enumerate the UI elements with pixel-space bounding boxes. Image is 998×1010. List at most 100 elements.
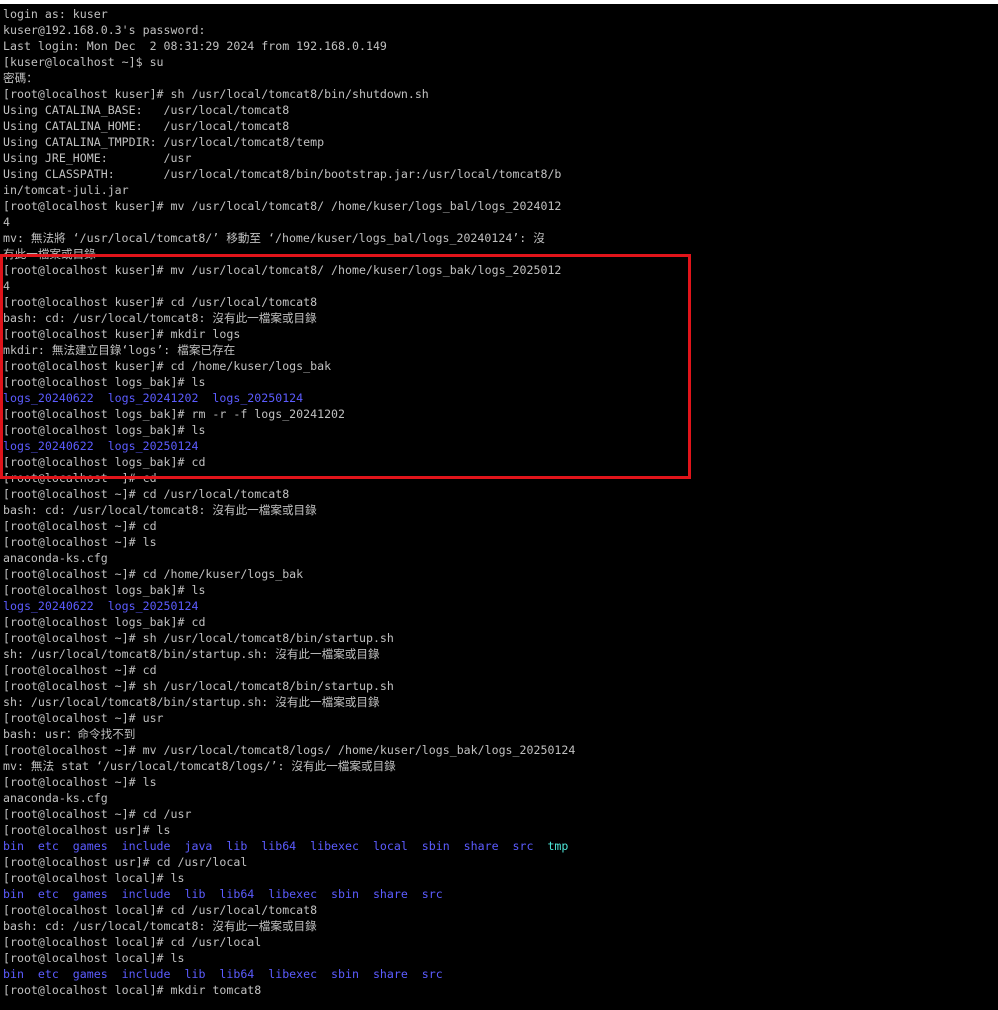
terminal-line: 密碼： <box>3 70 993 86</box>
terminal-line: Using CATALINA_HOME: /usr/local/tomcat8 <box>3 118 993 134</box>
terminal-text: [root@localhost logs_bak]# ls <box>3 423 206 437</box>
terminal-text: [root@localhost ~]# cd <box>3 471 157 485</box>
terminal-line: [root@localhost local]# cd /usr/local/to… <box>3 902 993 918</box>
terminal-text: 密碼： <box>3 71 38 85</box>
terminal-line: [root@localhost logs_bak]# ls <box>3 582 993 598</box>
terminal-line: [root@localhost logs_bak]# ls <box>3 374 993 390</box>
terminal-text: [root@localhost kuser]# cd /usr/local/to… <box>3 295 318 309</box>
terminal-window[interactable]: login as: kuser kuser@192.168.0.3's passw… <box>0 0 998 1010</box>
terminal-line: bash: usr：命令找不到 <box>3 726 993 742</box>
terminal-line: [root@localhost ~]# cd /usr/local/tomcat… <box>3 486 993 502</box>
terminal-text: [root@localhost usr]# cd /usr/local <box>3 855 248 869</box>
terminal-text: [root@localhost local]# cd /usr/local/to… <box>3 903 318 917</box>
terminal-line: Last login: Mon Dec 2 08:31:29 2024 from… <box>3 38 993 54</box>
terminal-text: [root@localhost local]# ls <box>3 871 185 885</box>
terminal-text: [root@localhost kuser]# mkdir logs <box>3 327 241 341</box>
terminal-text: login as: kuser <box>3 7 108 21</box>
terminal-line: [root@localhost logs_bak]# rm -r -f logs… <box>3 406 993 422</box>
terminal-line: bin etc games include lib lib64 libexec … <box>3 966 993 982</box>
terminal-text: kuser@192.168.0.3's password: <box>3 23 206 37</box>
terminal-line: [root@localhost usr]# cd /usr/local <box>3 854 993 870</box>
terminal-line: kuser@192.168.0.3's password: <box>3 22 993 38</box>
terminal-text: bash: cd: /usr/local/tomcat8: 沒有此一檔案或目錄 <box>3 919 317 933</box>
terminal-line: Using CLASSPATH: /usr/local/tomcat8/bin/… <box>3 166 993 182</box>
terminal-text: mkdir: 無法建立目錄‘logs’: 檔案已存在 <box>3 343 236 357</box>
terminal-line: mv: 無法 stat ‘/usr/local/tomcat8/logs/’: … <box>3 758 993 774</box>
terminal-line: sh: /usr/local/tomcat8/bin/startup.sh: 沒… <box>3 646 993 662</box>
terminal-text: [root@localhost local]# cd /usr/local <box>3 935 262 949</box>
terminal-text: 4 <box>3 279 10 293</box>
terminal-line: [root@localhost kuser]# cd /home/kuser/l… <box>3 358 993 374</box>
terminal-text: [root@localhost kuser]# sh /usr/local/to… <box>3 87 429 101</box>
terminal-line: [root@localhost ~]# cd <box>3 518 993 534</box>
terminal-line: Using CATALINA_TMPDIR: /usr/local/tomcat… <box>3 134 993 150</box>
terminal-output[interactable]: login as: kuser kuser@192.168.0.3's passw… <box>3 6 993 998</box>
terminal-text: 有此一檔案或目錄 <box>3 247 96 261</box>
terminal-line: [root@localhost logs_bak]# cd <box>3 614 993 630</box>
terminal-text: [root@localhost ~]# cd /usr <box>3 807 192 821</box>
terminal-text: [root@localhost logs_bak]# cd <box>3 455 206 469</box>
terminal-text: Using JRE_HOME: /usr <box>3 151 192 165</box>
terminal-line: logs_20240622 logs_20250124 <box>3 598 993 614</box>
terminal-line: [root@localhost ~]# ls <box>3 534 993 550</box>
terminal-line: [root@localhost kuser]# cd /usr/local/to… <box>3 294 993 310</box>
directory-listing-text: bin etc games include java lib lib64 lib… <box>3 839 548 853</box>
terminal-line: [root@localhost ~]# cd /usr <box>3 806 993 822</box>
directory-listing-text: logs_20240622 logs_20250124 <box>3 439 199 453</box>
terminal-text: mv: 無法 stat ‘/usr/local/tomcat8/logs/’: … <box>3 759 396 773</box>
terminal-line: bash: cd: /usr/local/tomcat8: 沒有此一檔案或目錄 <box>3 310 993 326</box>
terminal-text: [root@localhost ~]# usr <box>3 711 164 725</box>
terminal-text: mv: 無法將 ‘/usr/local/tomcat8/’ 移動至 ‘/home… <box>3 231 545 245</box>
directory-listing-text: bin etc games include lib lib64 libexec … <box>3 967 443 981</box>
terminal-line: bash: cd: /usr/local/tomcat8: 沒有此一檔案或目錄 <box>3 502 993 518</box>
terminal-line: [root@localhost ~]# sh /usr/local/tomcat… <box>3 678 993 694</box>
terminal-line: Using CATALINA_BASE: /usr/local/tomcat8 <box>3 102 993 118</box>
terminal-text: bash: cd: /usr/local/tomcat8: 沒有此一檔案或目錄 <box>3 503 317 517</box>
terminal-text: Using CATALINA_HOME: /usr/local/tomcat8 <box>3 119 290 133</box>
terminal-text: [root@localhost kuser]# cd /home/kuser/l… <box>3 359 332 373</box>
terminal-text: [root@localhost ~]# sh /usr/local/tomcat… <box>3 679 394 693</box>
terminal-line: [root@localhost kuser]# sh /usr/local/to… <box>3 86 993 102</box>
terminal-line: [root@localhost ~]# cd <box>3 662 993 678</box>
terminal-line: [root@localhost local]# ls <box>3 870 993 886</box>
terminal-line: 4 <box>3 214 993 230</box>
terminal-line: bin etc games include lib lib64 libexec … <box>3 886 993 902</box>
terminal-line: [root@localhost ~]# usr <box>3 710 993 726</box>
terminal-text: [root@localhost kuser]# mv /usr/local/to… <box>3 199 562 213</box>
terminal-text: [root@localhost logs_bak]# cd <box>3 615 206 629</box>
terminal-line: Using JRE_HOME: /usr <box>3 150 993 166</box>
terminal-line: [root@localhost ~]# cd <box>3 470 993 486</box>
terminal-text: [root@localhost ~]# ls <box>3 535 157 549</box>
terminal-line: logs_20240622 logs_20241202 logs_2025012… <box>3 390 993 406</box>
terminal-text: Using CATALINA_TMPDIR: /usr/local/tomcat… <box>3 135 325 149</box>
terminal-line: [root@localhost logs_bak]# cd <box>3 454 993 470</box>
terminal-text: [root@localhost ~]# cd <box>3 519 157 533</box>
terminal-text: [root@localhost kuser]# mv /usr/local/to… <box>3 263 562 277</box>
terminal-line: [root@localhost ~]# ls <box>3 774 993 790</box>
terminal-line: [root@localhost kuser]# mkdir logs <box>3 326 993 342</box>
terminal-text: sh: /usr/local/tomcat8/bin/startup.sh: 沒… <box>3 695 380 709</box>
terminal-text: bash: usr：命令找不到 <box>3 727 136 741</box>
terminal-text: [root@localhost ~]# cd /usr/local/tomcat… <box>3 487 290 501</box>
terminal-line: anaconda-ks.cfg <box>3 790 993 806</box>
terminal-text: bash: cd: /usr/local/tomcat8: 沒有此一檔案或目錄 <box>3 311 317 325</box>
terminal-text: [root@localhost ~]# cd /home/kuser/logs_… <box>3 567 304 581</box>
terminal-text: [root@localhost local]# ls <box>3 951 185 965</box>
directory-listing-text: tmp <box>547 839 569 853</box>
terminal-line: mv: 無法將 ‘/usr/local/tomcat8/’ 移動至 ‘/home… <box>3 230 993 246</box>
terminal-line: [root@localhost logs_bak]# ls <box>3 422 993 438</box>
terminal-line: sh: /usr/local/tomcat8/bin/startup.sh: 沒… <box>3 694 993 710</box>
terminal-line: 有此一檔案或目錄 <box>3 246 993 262</box>
terminal-text: [root@localhost logs_bak]# ls <box>3 375 206 389</box>
terminal-text: 4 <box>3 215 10 229</box>
terminal-line: mkdir: 無法建立目錄‘logs’: 檔案已存在 <box>3 342 993 358</box>
terminal-text: [root@localhost ~]# mv /usr/local/tomcat… <box>3 743 576 757</box>
terminal-line: [root@localhost ~]# mv /usr/local/tomcat… <box>3 742 993 758</box>
terminal-text: Last login: Mon Dec 2 08:31:29 2024 from… <box>3 39 387 53</box>
terminal-text: [root@localhost local]# mkdir tomcat8 <box>3 983 262 997</box>
terminal-text: in/tomcat-juli.jar <box>3 183 129 197</box>
terminal-text: [root@localhost logs_bak]# rm -r -f logs… <box>3 407 346 421</box>
terminal-line: in/tomcat-juli.jar <box>3 182 993 198</box>
terminal-text: [kuser@localhost ~]$ su <box>3 55 164 69</box>
terminal-line: [root@localhost usr]# ls <box>3 822 993 838</box>
